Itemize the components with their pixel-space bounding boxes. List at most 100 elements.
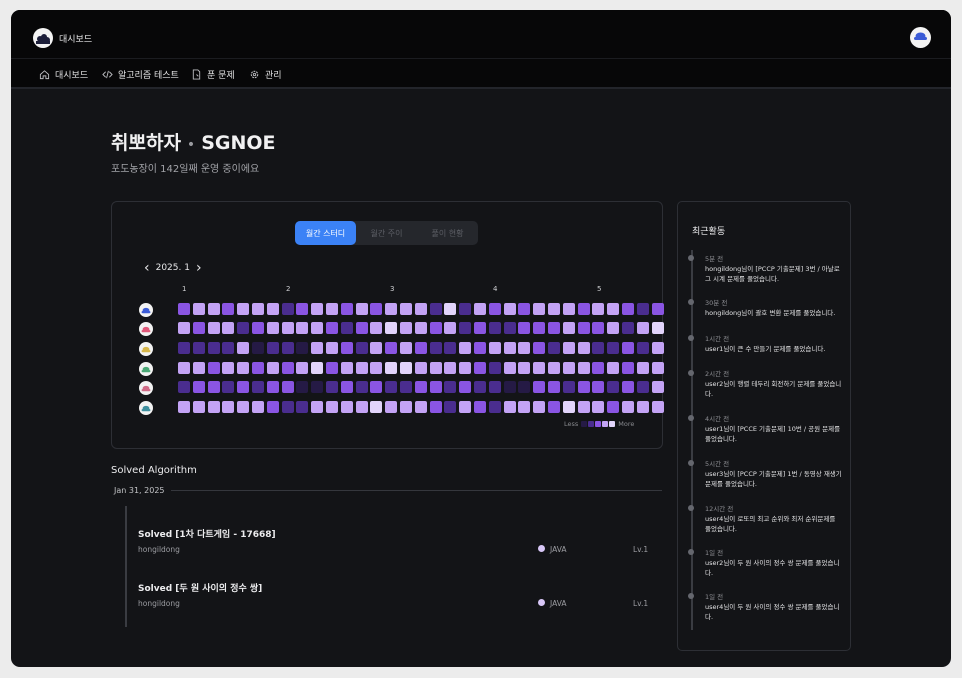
- member-avatar[interactable]: [139, 342, 153, 356]
- heatmap-cell[interactable]: [533, 362, 546, 374]
- nav-item-admin[interactable]: 관리: [248, 67, 282, 81]
- user-avatar[interactable]: [910, 27, 931, 48]
- heatmap-cell[interactable]: [340, 381, 353, 393]
- heatmap-cell[interactable]: [429, 381, 442, 393]
- heatmap-cell[interactable]: [385, 342, 398, 354]
- heatmap-cell[interactable]: [429, 303, 442, 315]
- heatmap-cell[interactable]: [562, 401, 575, 413]
- heatmap-cell[interactable]: [400, 381, 412, 393]
- heatmap-cell[interactable]: [518, 342, 531, 354]
- solved-item[interactable]: Solved [두 원 사이의 정수 쌍] hongildong JAVA Lv…: [138, 581, 658, 621]
- heatmap-cell[interactable]: [370, 401, 383, 413]
- heatmap-cell[interactable]: [281, 303, 294, 315]
- heatmap-cell[interactable]: [222, 362, 235, 374]
- heatmap-cell[interactable]: [222, 401, 235, 413]
- heatmap-cell[interactable]: [444, 303, 457, 315]
- heatmap-cell[interactable]: [326, 362, 338, 374]
- heatmap-cell[interactable]: [192, 401, 205, 413]
- heatmap-cell[interactable]: [178, 362, 190, 374]
- heatmap-cell[interactable]: [622, 303, 634, 315]
- solved-item[interactable]: Solved [1차 다트게임 - 17668] hongildong JAVA…: [138, 527, 658, 567]
- heatmap-cell[interactable]: [178, 322, 190, 334]
- heatmap-cell[interactable]: [592, 401, 605, 413]
- heatmap-cell[interactable]: [518, 401, 531, 413]
- heatmap-cell[interactable]: [326, 322, 338, 334]
- heatmap-cell[interactable]: [340, 303, 353, 315]
- heatmap-cell[interactable]: [503, 362, 516, 374]
- heatmap-cell[interactable]: [222, 342, 235, 354]
- heatmap-cell[interactable]: [459, 401, 472, 413]
- heatmap-cell[interactable]: [385, 401, 398, 413]
- heatmap-cell[interactable]: [296, 322, 309, 334]
- heatmap-cell[interactable]: [622, 342, 634, 354]
- heatmap-cell[interactable]: [444, 362, 457, 374]
- heatmap-cell[interactable]: [252, 342, 264, 354]
- heatmap-cell[interactable]: [414, 322, 427, 334]
- heatmap-cell[interactable]: [400, 401, 412, 413]
- heatmap-cell[interactable]: [622, 322, 634, 334]
- heatmap-cell[interactable]: [355, 401, 368, 413]
- member-avatar[interactable]: [139, 362, 153, 376]
- member-avatar[interactable]: [139, 322, 153, 336]
- heatmap-cell[interactable]: [281, 362, 294, 374]
- heatmap-cell[interactable]: [281, 342, 294, 354]
- heatmap-cell[interactable]: [651, 322, 664, 334]
- heatmap-cell[interactable]: [651, 362, 664, 374]
- heatmap-cell[interactable]: [562, 342, 575, 354]
- heatmap-cell[interactable]: [622, 362, 634, 374]
- heatmap-cell[interactable]: [296, 303, 309, 315]
- heatmap-cell[interactable]: [266, 303, 279, 315]
- heatmap-cell[interactable]: [607, 401, 620, 413]
- heatmap-cell[interactable]: [252, 322, 264, 334]
- heatmap-cell[interactable]: [429, 362, 442, 374]
- heatmap-cell[interactable]: [577, 362, 590, 374]
- heatmap-cell[interactable]: [429, 342, 442, 354]
- heatmap-cell[interactable]: [252, 362, 264, 374]
- heatmap-cell[interactable]: [311, 401, 324, 413]
- heatmap-cell[interactable]: [370, 303, 383, 315]
- heatmap-cell[interactable]: [385, 381, 398, 393]
- heatmap-cell[interactable]: [237, 322, 250, 334]
- heatmap-cell[interactable]: [651, 381, 664, 393]
- heatmap-cell[interactable]: [355, 362, 368, 374]
- heatmap-cell[interactable]: [488, 381, 501, 393]
- heatmap-cell[interactable]: [592, 342, 605, 354]
- heatmap-cell[interactable]: [636, 322, 649, 334]
- heatmap-cell[interactable]: [370, 322, 383, 334]
- heatmap-cell[interactable]: [474, 342, 486, 354]
- heatmap-cell[interactable]: [533, 381, 546, 393]
- heatmap-cell[interactable]: [592, 381, 605, 393]
- heatmap-cell[interactable]: [281, 401, 294, 413]
- heatmap-cell[interactable]: [355, 303, 368, 315]
- tab-monthly-study[interactable]: 월간 스터디: [295, 221, 356, 245]
- member-avatar[interactable]: [139, 381, 153, 395]
- heatmap-cell[interactable]: [562, 381, 575, 393]
- heatmap-cell[interactable]: [326, 381, 338, 393]
- heatmap-cell[interactable]: [429, 322, 442, 334]
- heatmap-cell[interactable]: [192, 322, 205, 334]
- heatmap-cell[interactable]: [518, 322, 531, 334]
- heatmap-cell[interactable]: [385, 303, 398, 315]
- heatmap-cell[interactable]: [607, 381, 620, 393]
- heatmap-cell[interactable]: [207, 322, 220, 334]
- heatmap-cell[interactable]: [548, 342, 560, 354]
- heatmap-cell[interactable]: [562, 322, 575, 334]
- heatmap-cell[interactable]: [592, 362, 605, 374]
- heatmap-cell[interactable]: [326, 401, 338, 413]
- heatmap-cell[interactable]: [592, 303, 605, 315]
- heatmap-cell[interactable]: [311, 342, 324, 354]
- heatmap-cell[interactable]: [429, 401, 442, 413]
- heatmap-cell[interactable]: [622, 381, 634, 393]
- heatmap-cell[interactable]: [311, 322, 324, 334]
- heatmap-cell[interactable]: [474, 401, 486, 413]
- heatmap-cell[interactable]: [488, 342, 501, 354]
- heatmap-cell[interactable]: [414, 303, 427, 315]
- heatmap-cell[interactable]: [562, 362, 575, 374]
- heatmap-cell[interactable]: [459, 322, 472, 334]
- heatmap-cell[interactable]: [459, 342, 472, 354]
- heatmap-cell[interactable]: [577, 401, 590, 413]
- heatmap-cell[interactable]: [340, 342, 353, 354]
- heatmap-cell[interactable]: [252, 401, 264, 413]
- heatmap-cell[interactable]: [518, 381, 531, 393]
- heatmap-cell[interactable]: [207, 381, 220, 393]
